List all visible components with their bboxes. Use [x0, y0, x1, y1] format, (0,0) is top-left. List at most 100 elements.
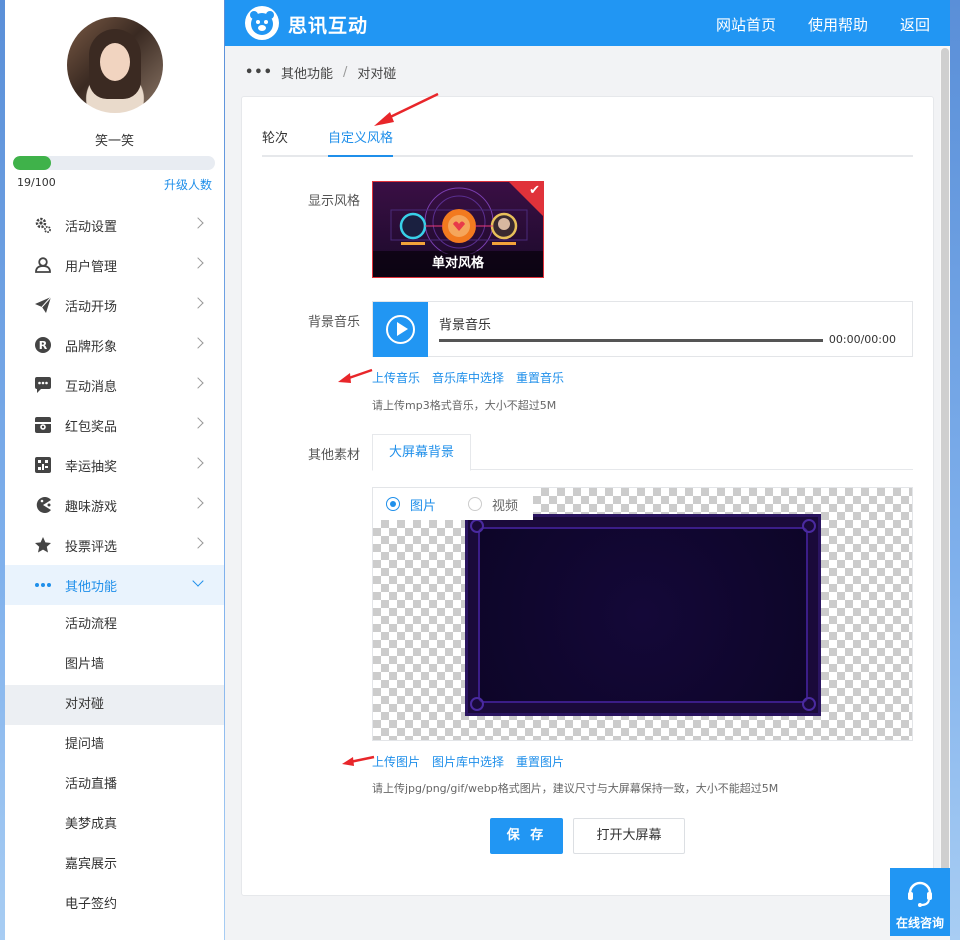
audio-title: 背景音乐 — [439, 318, 492, 333]
star-icon — [33, 535, 53, 555]
screen-background-image — [465, 514, 821, 716]
quota-count: 19/100 — [17, 176, 56, 189]
chevron-right-icon — [192, 537, 204, 549]
sidebar-subitem-e-sign[interactable]: 电子签约 — [5, 885, 224, 925]
sidebar-item-label: 品牌形象 — [65, 339, 118, 355]
sidebar-subitem-live[interactable]: 活动直播 — [5, 765, 224, 805]
image-hint: 请上传jpg/png/gif/webp格式图片，建议尺寸与大屏幕保持一致，大小不… — [372, 782, 779, 795]
avatar[interactable] — [67, 17, 163, 113]
chevron-right-icon — [192, 257, 204, 269]
top-header: 思讯互动 网站首页 使用帮助 返回 — [225, 0, 950, 46]
sidebar-item-label: 幸运抽奖 — [65, 459, 118, 475]
username: 笑一笑 — [94, 134, 134, 149]
reset-music-link[interactable]: 重置音乐 — [516, 369, 564, 386]
chevron-down-icon — [192, 575, 204, 587]
sidebar-item-user-management[interactable]: 用户管理 — [5, 245, 224, 285]
image-library-link[interactable]: 图片库中选择 — [432, 753, 504, 770]
sidebar-subitem-dream[interactable]: 美梦成真 — [5, 805, 224, 845]
nav-home-link[interactable]: 网站首页 — [716, 14, 776, 35]
user-icon — [33, 255, 53, 275]
audio-progress-track[interactable] — [439, 339, 823, 342]
sidebar-subitem-photo-wall[interactable]: 图片墙 — [5, 645, 224, 685]
svg-text:R: R — [39, 339, 48, 352]
check-icon: ✔ — [529, 183, 540, 198]
headset-icon — [908, 881, 932, 907]
background-preview: 图片 视频 — [372, 487, 913, 741]
tab-custom-style[interactable]: 自定义风格 — [328, 127, 394, 157]
top-nav: 网站首页 使用帮助 返回 — [716, 14, 930, 35]
sidebar: 笑一笑 19/100 升级人数 活动设置 用户管理 活动开场 R 品牌形象 互动… — [5, 0, 224, 940]
radio-video[interactable]: 视频 — [468, 495, 518, 514]
sidebar-subitem-guests[interactable]: 嘉宾展示 — [5, 845, 224, 885]
paper-plane-icon — [33, 295, 53, 315]
nav-help-link[interactable]: 使用帮助 — [808, 14, 868, 35]
game-icon — [33, 495, 53, 515]
image-actions: 上传图片 图片库中选择 重置图片 — [372, 753, 564, 770]
sidebar-item-lottery[interactable]: 幸运抽奖 — [5, 445, 224, 485]
tab-rounds[interactable]: 轮次 — [262, 127, 288, 157]
annotation-arrow-icon — [342, 755, 375, 766]
sidebar-subitem-pair-match[interactable]: 对对碰 — [5, 685, 224, 725]
sidebar-item-other-functions[interactable]: 其他功能 — [5, 565, 224, 605]
nav-back-link[interactable]: 返回 — [900, 14, 930, 35]
save-button[interactable]: 保 存 — [490, 818, 563, 854]
online-consult-button[interactable]: 在线咨询 — [890, 868, 950, 936]
lottery-icon — [33, 455, 53, 475]
annotation-arrow-icon — [374, 92, 439, 126]
sidebar-item-prizes[interactable]: 红包奖品 — [5, 405, 224, 445]
upgrade-link[interactable]: 升级人数 — [164, 176, 212, 193]
sidebar-item-messages[interactable]: 互动消息 — [5, 365, 224, 405]
chevron-right-icon — [192, 217, 204, 229]
scrollbar[interactable] — [940, 46, 950, 940]
tab-bar: 轮次 自定义风格 — [262, 127, 913, 157]
scrollbar-thumb[interactable] — [941, 48, 949, 933]
radio-dot — [468, 497, 483, 511]
logo-icon[interactable] — [245, 6, 279, 40]
sidebar-subitem-activity-flow[interactable]: 活动流程 — [5, 605, 224, 645]
breadcrumb-current: 对对碰 — [357, 67, 397, 82]
open-big-screen-button[interactable]: 打开大屏幕 — [573, 818, 685, 854]
sidebar-item-label: 活动开场 — [65, 299, 118, 315]
upload-image-link[interactable]: 上传图片 — [372, 753, 420, 770]
sidebar-item-label: 活动设置 — [65, 219, 118, 235]
chat-icon — [33, 375, 53, 395]
sidebar-item-voting[interactable]: 投票评选 — [5, 525, 224, 565]
background-music-label: 背景音乐 — [307, 315, 360, 330]
more-dots-icon: ••• — [245, 65, 273, 80]
more-dots-icon — [33, 575, 53, 595]
reset-image-link[interactable]: 重置图片 — [516, 753, 564, 770]
style-card-single-pair[interactable]: 单对风格 ✔ — [372, 181, 544, 278]
sidebar-item-label: 互动消息 — [65, 379, 118, 395]
quota-progress-fill — [13, 156, 52, 170]
chevron-right-icon — [192, 297, 204, 309]
radio-image-label: 图片 — [410, 498, 437, 514]
music-library-link[interactable]: 音乐库中选择 — [432, 369, 504, 386]
sidebar-item-brand[interactable]: R 品牌形象 — [5, 325, 224, 365]
chevron-right-icon — [192, 337, 204, 349]
sidebar-item-label: 用户管理 — [65, 259, 118, 275]
sidebar-subitem-question-wall[interactable]: 提问墙 — [5, 725, 224, 765]
registered-icon: R — [33, 335, 53, 355]
breadcrumb-parent[interactable]: 其他功能 — [281, 63, 333, 82]
sidebar-item-label: 红包奖品 — [65, 419, 118, 435]
gift-icon — [33, 415, 53, 435]
other-material-label: 其他素材 — [307, 448, 360, 463]
radio-dot — [386, 497, 400, 511]
upload-music-link[interactable]: 上传音乐 — [372, 369, 420, 386]
music-actions: 上传音乐 音乐库中选择 重置音乐 — [372, 369, 564, 386]
sidebar-item-label: 趣味游戏 — [65, 499, 118, 515]
sidebar-item-activity-settings[interactable]: 活动设置 — [5, 205, 224, 245]
chevron-right-icon — [192, 497, 204, 509]
radio-image[interactable]: 图片 — [386, 495, 436, 514]
sidebar-item-games[interactable]: 趣味游戏 — [5, 485, 224, 525]
audio-player: 背景音乐 00:00/00:00 — [372, 301, 913, 357]
online-consult-label: 在线咨询 — [895, 916, 944, 930]
sidebar-item-opening[interactable]: 活动开场 — [5, 285, 224, 325]
annotation-arrow-icon — [338, 368, 373, 383]
chevron-right-icon — [192, 457, 204, 469]
tab-screen-background[interactable]: 大屏幕背景 — [372, 434, 472, 471]
chevron-right-icon — [192, 417, 204, 429]
brand-name[interactable]: 思讯互动 — [288, 11, 368, 38]
sidebar-item-label: 投票评选 — [65, 539, 118, 555]
play-button[interactable] — [373, 302, 428, 357]
